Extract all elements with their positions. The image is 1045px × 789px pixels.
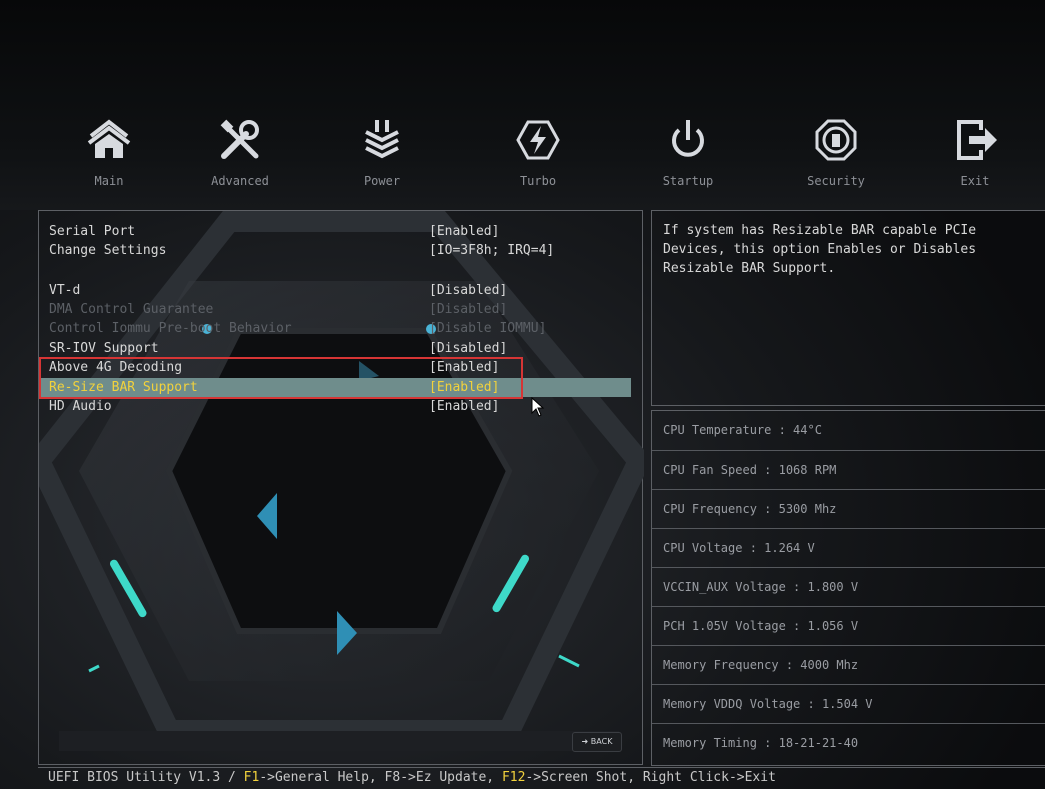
back-button[interactable]: ➜ BACK: [572, 732, 622, 752]
setting-label: Serial Port: [49, 224, 136, 239]
footer-f12-key: F12: [501, 770, 526, 785]
help-line: If system has Resizable BAR capable PCIe: [663, 223, 977, 238]
setting-value[interactable]: [IO=3F8h; IRQ=4]: [429, 241, 554, 260]
nav-security-label: Security: [807, 174, 865, 188]
setting-label: Control Iommu Pre-boot Behavior: [49, 321, 292, 336]
stat-vccin-aux-voltage: VCCIN_AUX Voltage : 1.800 V: [652, 567, 1045, 606]
setting-change-settings[interactable]: Change Settings [IO=3F8h; IRQ=4]: [49, 241, 629, 260]
setting-value: [Disabled]: [429, 302, 508, 317]
nav-startup-label: Startup: [662, 174, 714, 188]
footer-status-bar: UEFI BIOS Utility V1.3 / F1->General Hel…: [38, 767, 1045, 789]
setting-value[interactable]: [Disabled]: [429, 281, 507, 300]
footer-f1-text: ->General Help, F8->Ez Update,: [259, 770, 502, 785]
nav-security[interactable]: Security: [776, 108, 896, 200]
nav-power-label: Power: [363, 174, 401, 188]
setting-sr-iov-support[interactable]: SR-IOV Support [Disabled]: [49, 339, 629, 358]
stat-cpu-temperature: CPU Temperature : 44°C: [663, 423, 822, 437]
stat-cpu-voltage: CPU Voltage : 1.264 V: [652, 528, 1045, 567]
help-panel: If system has Resizable BAR capable PCIe…: [651, 210, 1045, 406]
nav-power[interactable]: Power: [322, 108, 442, 200]
annotation-highlight-box: [39, 357, 523, 399]
nav-main[interactable]: Main: [49, 108, 169, 200]
setting-label: HD Audio: [49, 399, 112, 414]
lightning-icon: [516, 120, 560, 160]
back-arrow-icon: ➜: [581, 737, 589, 746]
power-icon: [672, 120, 704, 157]
settings-panel: Serial Port [Enabled] Change Settings [I…: [38, 210, 644, 765]
setting-value: [Disable IOMMU]: [429, 321, 547, 336]
nav-exit[interactable]: Exit: [915, 108, 1035, 200]
help-line: Devices, this option Enables or Disables: [663, 242, 977, 257]
main-nav: Main Advanced Power Turbo Startup Securi…: [0, 108, 1045, 200]
nav-main-label: Main: [94, 174, 124, 188]
setting-label: Change Settings: [49, 243, 167, 258]
hardware-monitor-panel: CPU Temperature : 44°C CPU Fan Speed : 1…: [651, 410, 1045, 766]
setting-label: SR-IOV Support: [49, 341, 159, 356]
stat-cpu-frequency: CPU Frequency : 5300 Mhz: [652, 489, 1045, 528]
setting-vt-d[interactable]: VT-d [Disabled]: [49, 281, 629, 300]
footer-f1-key: F1: [243, 770, 260, 785]
stat-cpu-fan-speed: CPU Fan Speed : 1068 RPM: [652, 450, 1045, 489]
footer-f12-text: ->Screen Shot, Right Click->Exit: [525, 770, 776, 785]
setting-value[interactable]: [Enabled]: [429, 222, 499, 241]
exit-icon: [957, 120, 997, 160]
mouse-cursor-icon: [531, 397, 545, 417]
nav-startup[interactable]: Startup: [628, 108, 748, 200]
setting-control-iommu: Control Iommu Pre-boot Behavior [Disable…: [49, 319, 629, 338]
tools-icon: [220, 119, 259, 159]
stat-pch-voltage: PCH 1.05V Voltage : 1.056 V: [652, 606, 1045, 645]
nav-exit-label: Exit: [960, 174, 990, 188]
security-icon: [815, 119, 857, 161]
setting-label: DMA Control Guarantee: [49, 302, 214, 317]
nav-advanced-label: Advanced: [211, 174, 269, 188]
help-line: Resizable BAR Support.: [663, 261, 836, 276]
footer-prefix: UEFI BIOS Utility V1.3 /: [48, 770, 244, 785]
setting-label: VT-d: [49, 283, 81, 298]
nav-advanced[interactable]: Advanced: [180, 108, 300, 200]
setting-dma-control-guarantee: DMA Control Guarantee [Disabled]: [49, 300, 629, 319]
power-stack-icon: [365, 120, 399, 159]
setting-serial-port[interactable]: Serial Port [Enabled]: [49, 222, 629, 241]
stat-memory-timing: Memory Timing : 18-21-21-40: [652, 723, 1045, 762]
stat-memory-frequency: Memory Frequency : 4000 Mhz: [652, 645, 1045, 684]
back-label: BACK: [590, 737, 613, 746]
nav-turbo[interactable]: Turbo: [478, 108, 598, 200]
setting-value[interactable]: [Enabled]: [429, 397, 499, 416]
setting-value[interactable]: [Disabled]: [429, 339, 507, 358]
home-icon: [87, 119, 131, 158]
nav-turbo-label: Turbo: [519, 174, 557, 188]
stat-memory-vddq-voltage: Memory VDDQ Voltage : 1.504 V: [652, 684, 1045, 723]
